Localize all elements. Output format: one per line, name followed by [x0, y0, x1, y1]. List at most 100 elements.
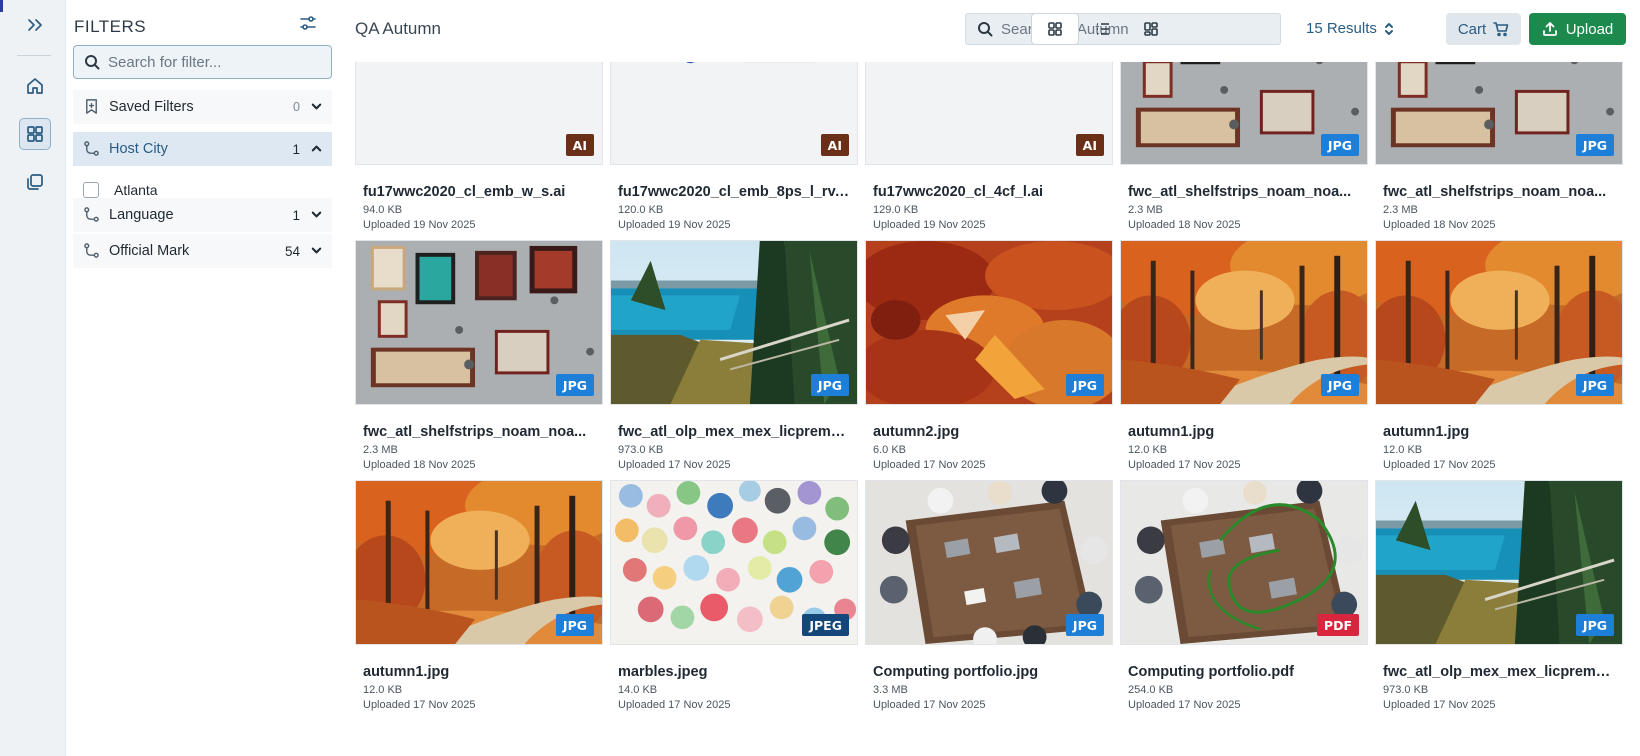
- asset-name[interactable]: fwc_atl_shelfstrips_noam_noa...: [363, 424, 595, 440]
- asset-upload-date: Uploaded 19 Nov 2025: [873, 219, 986, 231]
- filter-option-atlanta[interactable]: Atlanta: [83, 180, 158, 200]
- cart-button[interactable]: Cart: [1446, 13, 1521, 45]
- asset-name[interactable]: Computing portfolio.pdf: [1128, 664, 1360, 680]
- file-type-badge: JPG: [1320, 374, 1359, 396]
- asset-card[interactable]: PDF Computing portfolio.pdf 254.0 KB Upload…: [1120, 480, 1368, 711]
- upload-button[interactable]: Upload: [1529, 13, 1626, 45]
- list-view-button[interactable]: [1079, 13, 1127, 45]
- asset-card[interactable]: JPG autumn2.jpg 6.0 KB Uploaded 17 Nov 2025: [865, 240, 1113, 471]
- asset-name[interactable]: autumn1.jpg: [1128, 424, 1360, 440]
- asset-thumbnail[interactable]: JPG: [1375, 62, 1623, 165]
- asset-size: 14.0 KB: [618, 684, 658, 696]
- collections-icon[interactable]: [19, 166, 51, 198]
- filters-panel: FILTERS Saved Filters 0 Host City 1 Atla…: [66, 0, 338, 756]
- asset-card[interactable]: JPG Computing portfolio.jpg 3.3 MB Uploaded…: [865, 480, 1113, 711]
- asset-name[interactable]: autumn1.jpg: [363, 664, 595, 680]
- asset-card[interactable]: JPG fwc_atl_shelfstrips_noam_noa... 2.3 MB…: [1120, 62, 1368, 231]
- asset-thumbnail[interactable]: JPG: [1120, 62, 1368, 165]
- chevron-up-icon[interactable]: [310, 142, 324, 156]
- asset-thumbnail[interactable]: JPG: [865, 240, 1113, 405]
- cart-label: Cart: [1457, 20, 1487, 38]
- asset-size: 12.0 KB: [1383, 444, 1423, 456]
- asset-name[interactable]: fu17wwc2020_cl_4cf_l.ai: [873, 184, 1105, 200]
- asset-name[interactable]: fu17wwc2020_cl_emb_w_s.ai: [363, 184, 595, 200]
- asset-name[interactable]: fwc_atl_shelfstrips_noam_noa...: [1128, 184, 1360, 200]
- rail-edge-marker: [0, 0, 3, 12]
- list-icon: [1097, 23, 1109, 35]
- asset-name[interactable]: fwc_atl_olp_mex_mex_licprem_l...: [618, 424, 850, 440]
- filter-count: 1: [292, 207, 300, 223]
- hierarchy-icon: [83, 140, 101, 158]
- asset-name[interactable]: fwc_atl_olp_mex_mex_licprem_l...: [1383, 664, 1615, 680]
- file-type-badge: JPG: [1575, 134, 1614, 156]
- asset-card[interactable]: JPG fwc_atl_shelfstrips_noam_noa... 2.3 MB…: [1375, 62, 1623, 231]
- file-type-badge: JPG: [1065, 614, 1104, 636]
- asset-thumbnail[interactable]: JPG: [865, 480, 1113, 645]
- file-type-badge: JPG: [555, 374, 594, 396]
- file-type-badge: JPG: [1575, 614, 1614, 636]
- asset-thumbnail[interactable]: JPG: [1375, 480, 1623, 645]
- mosaic-view-button[interactable]: [1127, 13, 1175, 45]
- asset-card[interactable]: AI fu17wwc2020_cl_emb_w_s.ai 94.0 KB Upload…: [355, 62, 603, 231]
- file-type-badge: JPG: [810, 374, 849, 396]
- filter-settings-icon[interactable]: [298, 13, 322, 37]
- filter-label: Host City: [109, 141, 168, 157]
- asset-thumbnail[interactable]: PDF: [1120, 480, 1368, 645]
- filter-count: 0: [293, 100, 300, 114]
- asset-card[interactable]: JPG fwc_atl_olp_mex_mex_licprem_l... 973.0…: [610, 240, 858, 471]
- asset-name[interactable]: Computing portfolio.jpg: [873, 664, 1105, 680]
- filter-host-city[interactable]: Host City 1: [73, 132, 332, 166]
- asset-upload-date: Uploaded 17 Nov 2025: [873, 699, 986, 711]
- asset-thumbnail[interactable]: JPG: [610, 240, 858, 405]
- asset-grid: AI fu17wwc2020_cl_emb_w_s.ai 94.0 KB Upload…: [355, 62, 1627, 756]
- asset-card[interactable]: JPG autumn1.jpg 12.0 KB Uploaded 17 Nov 202…: [1120, 240, 1368, 471]
- asset-card[interactable]: AI fu17wwc2020_cl_emb_8ps_l_rv.ai 120.0 KB…: [610, 62, 858, 231]
- cart-icon: [1493, 22, 1509, 37]
- results-sort-toggle[interactable]: 15 Results: [1306, 20, 1395, 37]
- asset-card[interactable]: JPG fwc_atl_shelfstrips_noam_noa... 2.3 MB…: [355, 240, 603, 471]
- file-type-badge: JPG: [555, 614, 594, 636]
- asset-thumbnail[interactable]: AI: [865, 62, 1113, 165]
- asset-thumbnail[interactable]: AI: [355, 62, 603, 165]
- asset-thumbnail[interactable]: JPEG: [610, 480, 858, 645]
- asset-name[interactable]: marbles.jpeg: [618, 664, 850, 680]
- asset-card[interactable]: JPEG marbles.jpeg 14.0 KB Uploaded 17 Nov 2…: [610, 480, 858, 711]
- sort-chevrons-icon: [1384, 22, 1393, 35]
- filter-language[interactable]: Language 1: [73, 198, 332, 232]
- asset-name[interactable]: fwc_atl_shelfstrips_noam_noa...: [1383, 184, 1615, 200]
- asset-card[interactable]: JPG autumn1.jpg 12.0 KB Uploaded 17 Nov 202…: [355, 480, 603, 711]
- chevron-down-icon[interactable]: [310, 100, 324, 114]
- filter-saved-filters[interactable]: Saved Filters 0: [73, 90, 332, 124]
- asset-name[interactable]: fu17wwc2020_cl_emb_8ps_l_rv.ai: [618, 184, 850, 200]
- checkbox[interactable]: [83, 182, 99, 198]
- asset-upload-date: Uploaded 17 Nov 2025: [1383, 699, 1496, 711]
- file-type-badge: AI: [565, 134, 594, 156]
- asset-thumbnail[interactable]: JPG: [355, 480, 603, 645]
- asset-card[interactable]: JPG autumn1.jpg 12.0 KB Uploaded 17 Nov 202…: [1375, 240, 1623, 471]
- chevron-down-icon[interactable]: [310, 208, 324, 222]
- nav-rail: [0, 0, 66, 756]
- filter-official-mark[interactable]: Official Mark 54: [73, 234, 332, 268]
- asset-thumbnail[interactable]: JPG: [355, 240, 603, 405]
- asset-upload-date: Uploaded 19 Nov 2025: [363, 219, 476, 231]
- hierarchy-icon: [83, 242, 101, 260]
- grid-view-button[interactable]: [1031, 13, 1079, 45]
- assets-grid-icon[interactable]: [19, 118, 51, 150]
- home-icon[interactable]: [19, 70, 51, 102]
- filter-search-box[interactable]: [73, 45, 332, 79]
- asset-card[interactable]: JPG fwc_atl_olp_mex_mex_licprem_l... 973.0…: [1375, 480, 1623, 711]
- upload-label: Upload: [1565, 20, 1614, 38]
- asset-size: 12.0 KB: [1128, 444, 1168, 456]
- asset-thumbnail[interactable]: JPG: [1120, 240, 1368, 405]
- asset-size: 94.0 KB: [363, 204, 403, 216]
- chevron-down-icon[interactable]: [310, 244, 324, 258]
- asset-upload-date: Uploaded 18 Nov 2025: [363, 459, 476, 471]
- asset-thumbnail[interactable]: JPG: [1375, 240, 1623, 405]
- filter-search-input[interactable]: [108, 53, 318, 71]
- asset-thumbnail[interactable]: AI: [610, 62, 858, 165]
- expand-icon[interactable]: [19, 9, 51, 41]
- asset-upload-date: Uploaded 17 Nov 2025: [1128, 699, 1241, 711]
- asset-name[interactable]: autumn1.jpg: [1383, 424, 1615, 440]
- asset-card[interactable]: AI fu17wwc2020_cl_4cf_l.ai 129.0 KB Uploade…: [865, 62, 1113, 231]
- asset-name[interactable]: autumn2.jpg: [873, 424, 1105, 440]
